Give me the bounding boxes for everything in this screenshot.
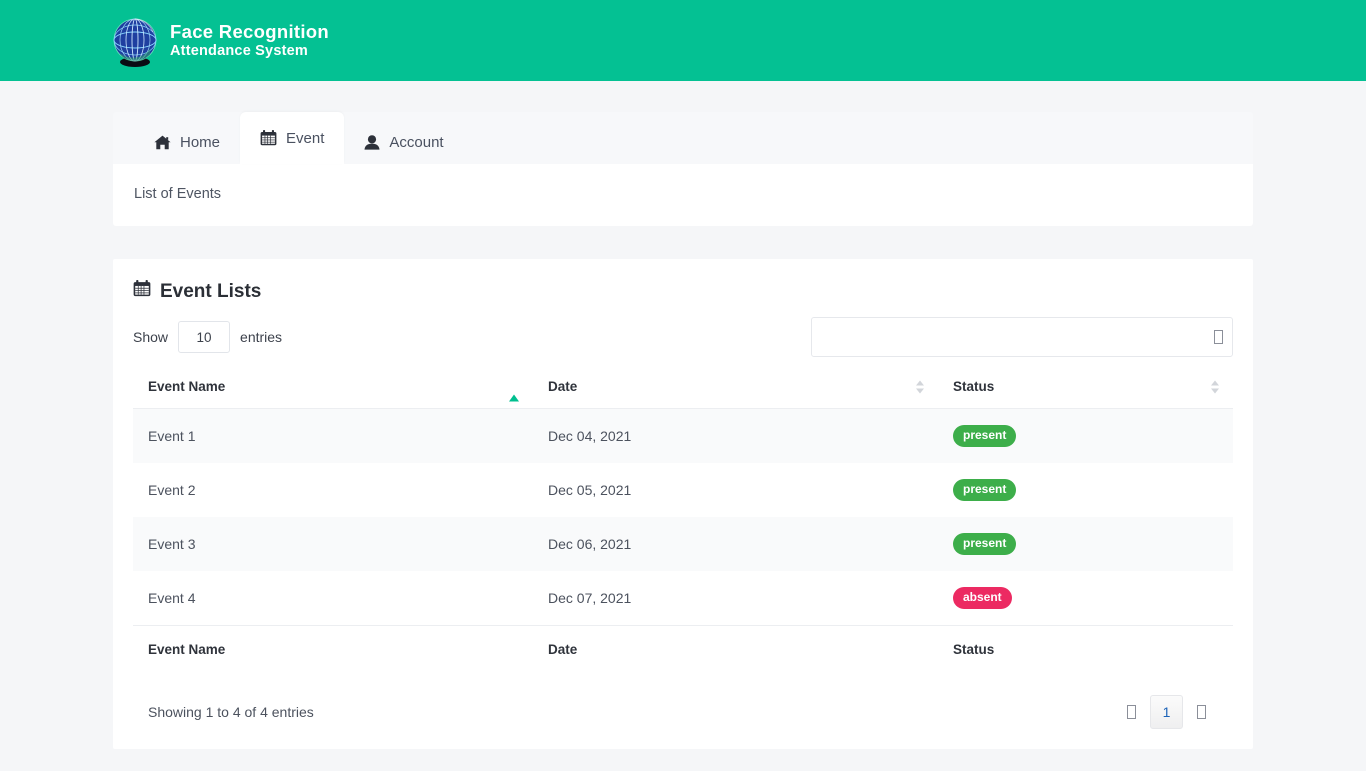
sort-both-icon	[1211, 380, 1219, 393]
cell-event-name: Event 1	[148, 428, 196, 444]
column-header-status[interactable]: Status	[938, 365, 1233, 409]
tab-content-panel: List of Events	[113, 164, 1253, 226]
event-lists-card: Event Lists Show entries Event	[113, 259, 1253, 749]
cell-event-name: Event 2	[148, 482, 196, 498]
pagination: 1	[1115, 695, 1218, 729]
events-table: Event Name Date Status Event 1 Dec 04, 2…	[133, 365, 1233, 673]
page-length-input[interactable]	[178, 321, 231, 353]
calendar-icon	[260, 130, 277, 146]
sort-ascending-icon	[509, 379, 519, 401]
status-badge: present	[953, 533, 1017, 555]
cell-status: present	[938, 463, 1233, 517]
app-header: Face Recognition Attendance System	[0, 0, 1366, 81]
cell-date: Dec 07, 2021	[548, 590, 632, 606]
table-row[interactable]: Event 4 Dec 07, 2021 absent	[133, 571, 1233, 626]
entries-info: Showing 1 to 4 of 4 entries	[148, 704, 314, 720]
status-badge: absent	[953, 587, 1012, 609]
footer-column-event-name: Event Name	[133, 625, 533, 673]
entries-label: entries	[240, 329, 283, 345]
cell-status: present	[938, 517, 1233, 571]
table-row[interactable]: Event 2 Dec 05, 2021 present	[133, 463, 1233, 517]
chevron-right-icon	[1197, 705, 1206, 719]
table-header-row: Event Name Date Status	[133, 365, 1233, 409]
table-row[interactable]: Event 1 Dec 04, 2021 present	[133, 408, 1233, 464]
pagination-previous-button[interactable]	[1115, 695, 1148, 729]
column-header-event-name-label: Event Name	[148, 379, 226, 394]
column-header-date[interactable]: Date	[533, 365, 938, 409]
cell-status: present	[938, 409, 1233, 464]
card-title-label: Event Lists	[160, 280, 262, 302]
user-icon	[364, 135, 380, 150]
footer-column-date: Date	[533, 625, 938, 673]
brand-title-line1: Face Recognition	[170, 21, 329, 43]
tab-section: Home Event Account List of Events	[0, 112, 1366, 226]
column-header-status-label: Status	[953, 379, 995, 394]
table-controls: Show entries	[133, 317, 1233, 357]
chevron-left-icon	[1127, 705, 1136, 719]
tab-home-label: Home	[180, 134, 221, 151]
search-input[interactable]	[811, 317, 1233, 357]
cell-date: Dec 04, 2021	[548, 428, 632, 444]
column-header-date-label: Date	[548, 379, 578, 394]
calendar-icon	[133, 280, 151, 303]
table-body: Event 1 Dec 04, 2021 present Event 2 Dec…	[133, 408, 1233, 626]
sort-both-icon	[916, 380, 924, 393]
card-section: Event Lists Show entries Event	[0, 226, 1366, 749]
tab-bar: Home Event Account	[113, 112, 1253, 164]
show-label: Show	[133, 329, 169, 345]
table-row[interactable]: Event 3 Dec 06, 2021 present	[133, 517, 1233, 571]
table-footer-bar: Showing 1 to 4 of 4 entries 1	[133, 673, 1233, 749]
search-icon	[1214, 330, 1223, 344]
tab-account-label: Account	[389, 134, 444, 151]
tab-home[interactable]: Home	[134, 121, 240, 164]
brand-logo-group[interactable]: Face Recognition Attendance System	[112, 15, 329, 67]
cell-event-name: Event 3	[148, 536, 196, 552]
brand-title-line2: Attendance System	[170, 42, 308, 59]
table-foot: Event Name Date Status	[133, 625, 1233, 673]
cell-date: Dec 06, 2021	[548, 536, 632, 552]
card-title: Event Lists	[133, 280, 1233, 303]
list-of-events-text: List of Events	[134, 186, 222, 202]
tab-event[interactable]: Event	[240, 112, 345, 164]
status-badge: present	[953, 479, 1017, 501]
page-length-control: Show entries	[133, 321, 282, 353]
column-header-event-name[interactable]: Event Name	[133, 365, 533, 409]
table-head: Event Name Date Status	[133, 365, 1233, 409]
tab-event-label: Event	[286, 129, 325, 147]
pagination-page-1-button[interactable]: 1	[1150, 695, 1183, 729]
footer-column-status: Status	[938, 625, 1233, 673]
cell-date: Dec 05, 2021	[548, 482, 632, 498]
tab-account[interactable]: Account	[344, 121, 463, 164]
status-badge: present	[953, 425, 1017, 447]
globe-icon	[112, 15, 158, 67]
cell-status: absent	[938, 571, 1233, 626]
home-icon	[154, 135, 171, 150]
table-footer-row: Event Name Date Status	[133, 625, 1233, 673]
cell-event-name: Event 4	[148, 590, 196, 606]
pagination-next-button[interactable]	[1185, 695, 1218, 729]
page-body: Home Event Account List of Events Event …	[0, 112, 1366, 749]
